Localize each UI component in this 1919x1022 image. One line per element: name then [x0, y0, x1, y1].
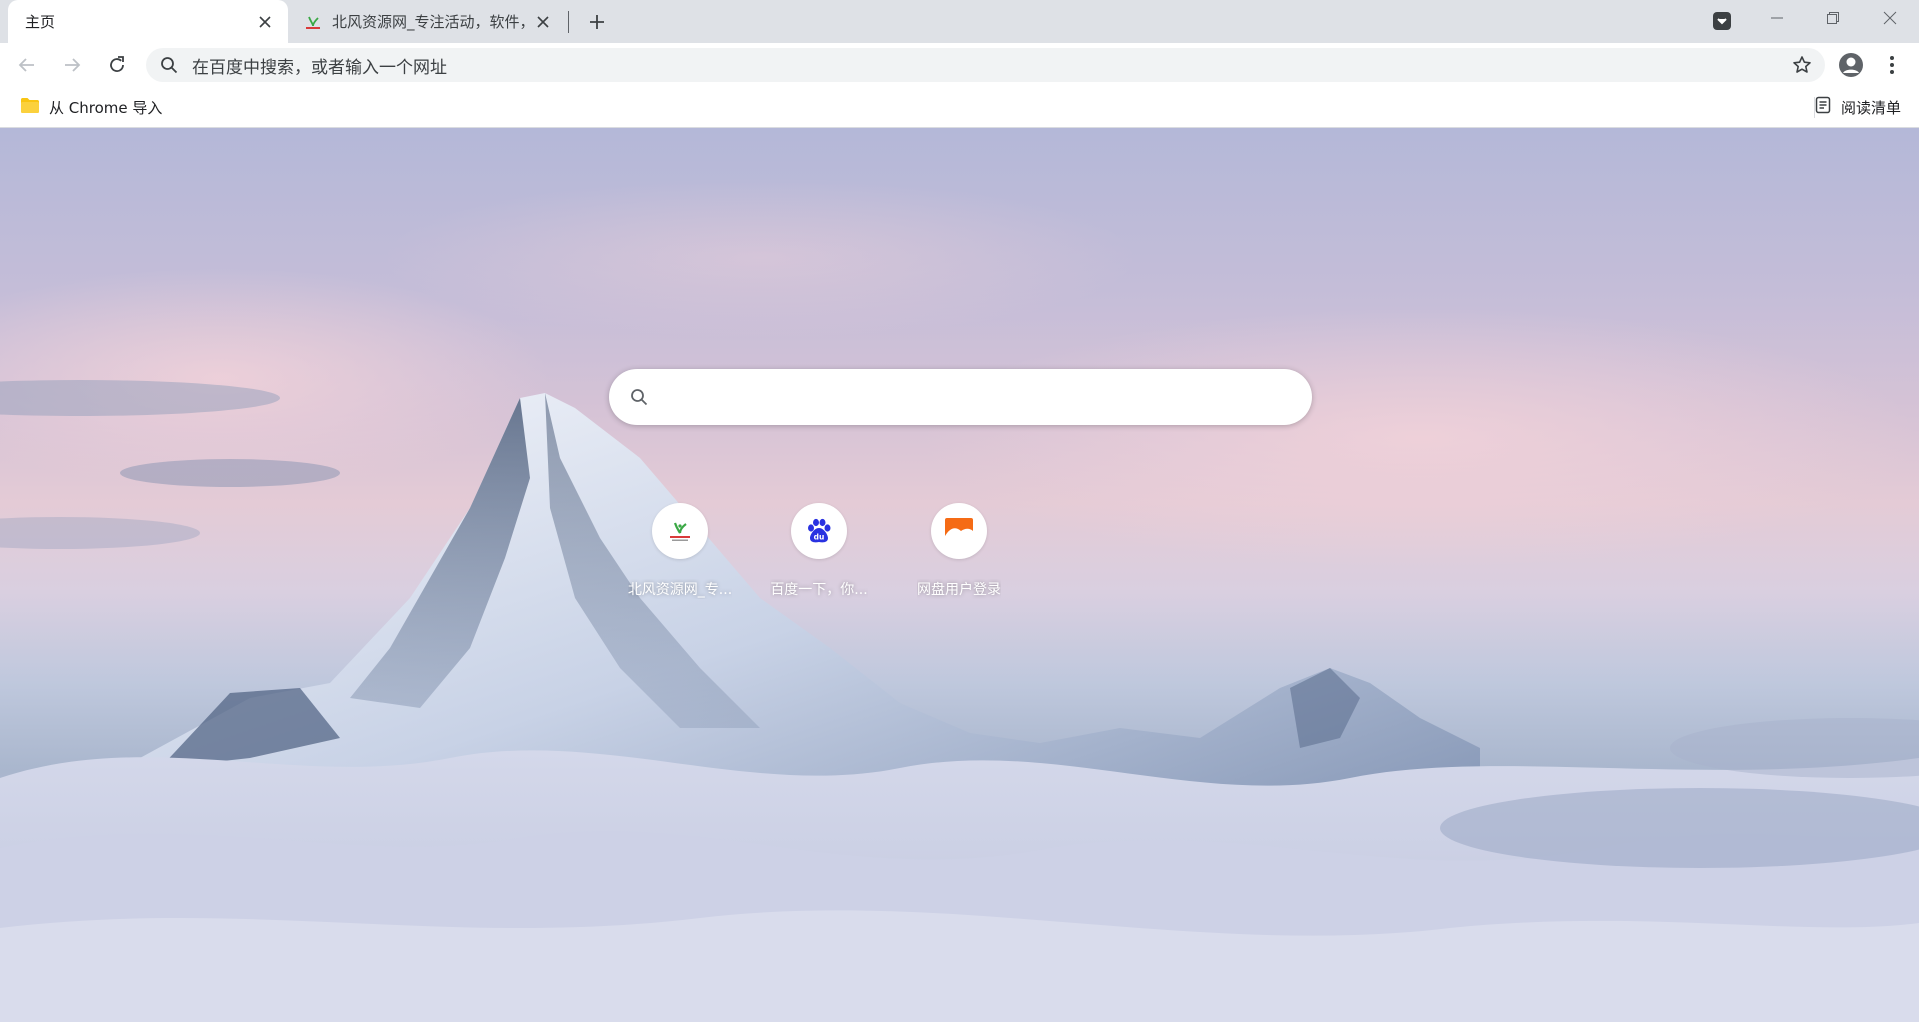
tab-close-icon[interactable] [532, 11, 554, 33]
shortcut-icon [931, 503, 987, 559]
shortcut-title: 北风资源网_专... [627, 582, 733, 598]
baidu-favicon-icon: du [808, 518, 831, 543]
close-window-button[interactable] [1862, 0, 1918, 36]
back-button[interactable] [10, 48, 44, 82]
search-icon [158, 54, 180, 76]
ntp-search-box[interactable] [609, 369, 1312, 425]
tab-beifeng[interactable]: 北风资源网_专注活动，软件， [290, 0, 566, 43]
toolbar: 在百度中搜索，或者输入一个网址 [0, 43, 1919, 87]
new-tab-page: 北风资源网_专... du 百度一下，你... 网盘用户登录 [0, 128, 1919, 1022]
omnibox[interactable]: 在百度中搜索，或者输入一个网址 [146, 48, 1825, 82]
beifeng-favicon-icon [304, 13, 322, 31]
tab-title: 主页 [25, 13, 56, 31]
reading-list-icon [1815, 96, 1831, 118]
tab-home[interactable]: 主页 [8, 0, 288, 43]
shortcut-tile-baidu[interactable]: du 百度一下，你... [763, 494, 875, 604]
bookmark-star-icon[interactable] [1787, 50, 1817, 80]
forward-button[interactable] [55, 48, 89, 82]
bookmark-import-folder[interactable]: 从 Chrome 导入 [14, 94, 168, 120]
folder-icon [20, 97, 40, 118]
shortcut-icon [652, 503, 708, 559]
tab-close-icon[interactable] [254, 11, 276, 33]
profile-avatar-button[interactable] [1836, 50, 1866, 80]
reading-list-button[interactable]: 阅读清单 [1815, 94, 1907, 120]
netdisk-favicon-icon [945, 518, 973, 544]
ntp-search-input[interactable] [664, 369, 1312, 425]
tab-title: 北风资源网_专注活动，软件， [332, 13, 532, 31]
tab-strip: 主页 北风资源网_专注活动，软件， [0, 0, 1919, 43]
shortcut-title: 网盘用户登录 [917, 582, 1001, 598]
search-icon [628, 386, 650, 408]
shortcut-tile-beifeng[interactable]: 北风资源网_专... [624, 494, 736, 604]
bookmarks-bar: 从 Chrome 导入 阅读清单 [0, 87, 1919, 128]
bookmark-label: 从 Chrome 导入 [49, 98, 163, 117]
reload-button[interactable] [100, 48, 134, 82]
svg-text:du: du [814, 533, 825, 542]
shortcut-title: 百度一下，你... [770, 582, 868, 598]
new-tab-button[interactable] [583, 8, 611, 36]
more-menu-button[interactable] [1877, 50, 1907, 80]
tab-search-button[interactable] [1711, 10, 1733, 32]
minimize-button[interactable] [1749, 0, 1805, 36]
beifeng-favicon-icon [670, 522, 690, 541]
reading-list-label: 阅读清单 [1841, 98, 1902, 117]
shortcut-icon: du [791, 503, 847, 559]
restore-button[interactable] [1805, 0, 1861, 36]
shortcut-tile-netdisk[interactable]: 网盘用户登录 [903, 494, 1015, 604]
tab-separator [568, 11, 569, 33]
omnibox-placeholder: 在百度中搜索，或者输入一个网址 [192, 57, 447, 78]
